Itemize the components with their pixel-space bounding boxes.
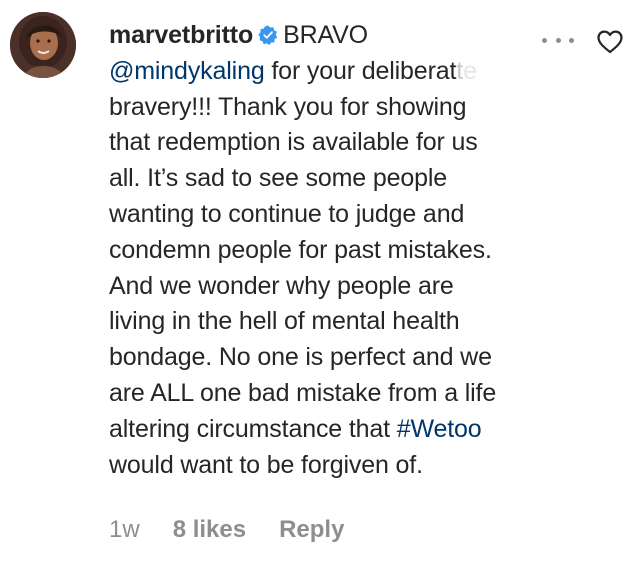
comment-line-12: altering circumstance that #Wetoo: [109, 412, 549, 448]
comment-line-1-text: BRAVO: [283, 21, 368, 49]
comment-line-3: bravery!!! Thank you for showing: [109, 92, 467, 121]
comment-meta: 1w 8 likes Reply: [109, 513, 344, 547]
comment-line-7: condemn people for past mistakes.: [109, 235, 492, 264]
comment-line-8: And we wonder why people are: [109, 271, 454, 300]
reply-button[interactable]: Reply: [279, 516, 344, 544]
heart-outline-icon[interactable]: [597, 30, 623, 54]
hashtag-link[interactable]: #Wetoo: [397, 415, 482, 443]
comment-text: marvetbritto BRAVO @mindykaling for your …: [109, 18, 549, 483]
username-link[interactable]: marvetbritto: [109, 21, 253, 49]
comment-line-5: all. It’s sad to see some people: [109, 164, 447, 193]
comment-line-11: are ALL one bad mistake from a life: [109, 378, 497, 407]
comment-line-2-text: for your deliberat: [264, 56, 457, 85]
comment-line-2-fade-char-2: e: [463, 56, 477, 85]
verified-badge-icon: [258, 25, 278, 45]
avatar-photo: [10, 12, 76, 78]
timestamp[interactable]: 1w: [109, 516, 140, 544]
comment-line-1: marvetbritto BRAVO: [109, 18, 549, 54]
likes-count-button[interactable]: 8 likes: [173, 516, 246, 544]
comment-line-6: wanting to continue to judge and: [109, 199, 465, 228]
more-options-dot: [555, 37, 561, 43]
comment-line-10: bondage. No one is perfect and we: [109, 343, 492, 372]
comment-line-9: living in the hell of mental health: [109, 307, 460, 336]
mention-link[interactable]: @mindykaling: [109, 57, 265, 85]
comment-line-2: @mindykaling for your deliberatte: [109, 54, 549, 90]
avatar[interactable]: [10, 12, 76, 78]
more-options-dot: [542, 37, 547, 43]
comment-line-12-text: altering circumstance that: [109, 414, 397, 443]
more-options-icon[interactable]: [542, 30, 574, 50]
comment-line-13: would want to be forgiven of.: [109, 450, 423, 479]
comment-line-4: that redemption is available for us: [109, 128, 478, 157]
more-options-dot: [569, 37, 574, 43]
